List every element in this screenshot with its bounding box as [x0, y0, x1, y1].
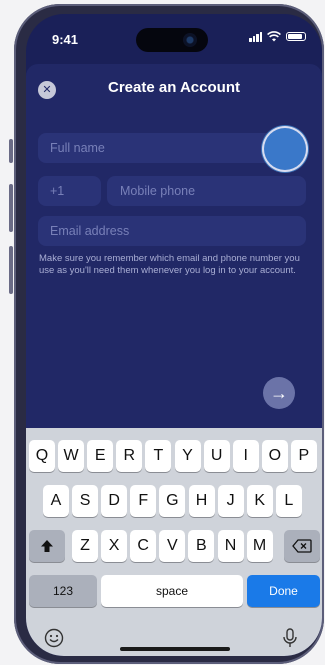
key-q[interactable]: Q	[29, 440, 55, 472]
next-button[interactable]: →	[263, 377, 295, 409]
dynamic-island	[136, 28, 208, 52]
key-f[interactable]: F	[130, 485, 157, 517]
key-s[interactable]: S	[72, 485, 99, 517]
volume-down-button	[9, 246, 13, 294]
full-name-placeholder: Full name	[50, 141, 105, 155]
key-t[interactable]: T	[145, 440, 172, 472]
status-bar: 9:41	[26, 14, 322, 64]
key-x[interactable]: X	[101, 530, 128, 562]
arrow-right-icon: →	[270, 382, 288, 403]
status-icons	[249, 31, 306, 42]
key-p[interactable]: P	[290, 440, 317, 472]
country-code-input[interactable]: +1	[38, 176, 101, 206]
page-title: Create an Account	[108, 79, 240, 96]
key-v[interactable]: V	[159, 530, 186, 562]
avatar-upload-button[interactable]	[264, 128, 306, 170]
key-k[interactable]: K	[246, 485, 273, 517]
delete-key[interactable]	[284, 530, 320, 562]
key-c[interactable]: C	[130, 530, 157, 562]
shift-icon	[41, 540, 53, 552]
key-z[interactable]: Z	[72, 530, 98, 562]
key-b[interactable]: B	[188, 530, 215, 562]
key-n[interactable]: N	[217, 530, 244, 562]
email-input[interactable]: Email address	[38, 216, 306, 246]
microphone-icon[interactable]	[282, 628, 298, 653]
key-e[interactable]: E	[87, 440, 114, 472]
key-a[interactable]: A	[43, 485, 69, 517]
country-code-value: +1	[50, 184, 65, 198]
shift-key[interactable]	[29, 530, 65, 562]
email-placeholder: Email address	[50, 224, 130, 238]
emoji-icon[interactable]	[44, 628, 64, 653]
done-key[interactable]: Done	[247, 575, 320, 607]
phone-screen: 9:41 ✕ Create an Account Full name +1 Mo…	[26, 14, 322, 656]
key-h[interactable]: H	[188, 485, 215, 517]
camera-icon	[183, 33, 197, 47]
key-g[interactable]: G	[159, 485, 186, 517]
key-w[interactable]: W	[58, 440, 85, 472]
volume-up-button	[9, 184, 13, 232]
battery-icon	[286, 32, 306, 41]
key-i[interactable]: I	[232, 440, 259, 472]
keyboard: 123 space Done QWERTYUIOP ASDFGHJKL ZXCVBN…	[26, 428, 322, 656]
home-indicator	[120, 647, 230, 651]
backspace-icon	[292, 539, 312, 553]
key-d[interactable]: D	[101, 485, 128, 517]
numbers-key[interactable]: 123	[29, 575, 97, 607]
key-r[interactable]: R	[116, 440, 143, 472]
key-m[interactable]: M	[246, 530, 273, 562]
key-l[interactable]: L	[275, 485, 302, 517]
status-time: 9:41	[52, 32, 79, 47]
key-j[interactable]: J	[217, 485, 244, 517]
signal-icon	[249, 31, 262, 42]
key-y[interactable]: Y	[174, 440, 201, 472]
key-o[interactable]: O	[261, 440, 288, 472]
account-hint-text: Make sure you remember which email and p…	[39, 253, 300, 276]
wifi-icon	[267, 31, 281, 42]
mute-switch	[9, 139, 13, 163]
mobile-phone-placeholder: Mobile phone	[120, 184, 196, 198]
key-u[interactable]: U	[203, 440, 230, 472]
mobile-phone-input[interactable]: Mobile phone	[107, 176, 306, 206]
space-key[interactable]: space	[101, 575, 243, 607]
